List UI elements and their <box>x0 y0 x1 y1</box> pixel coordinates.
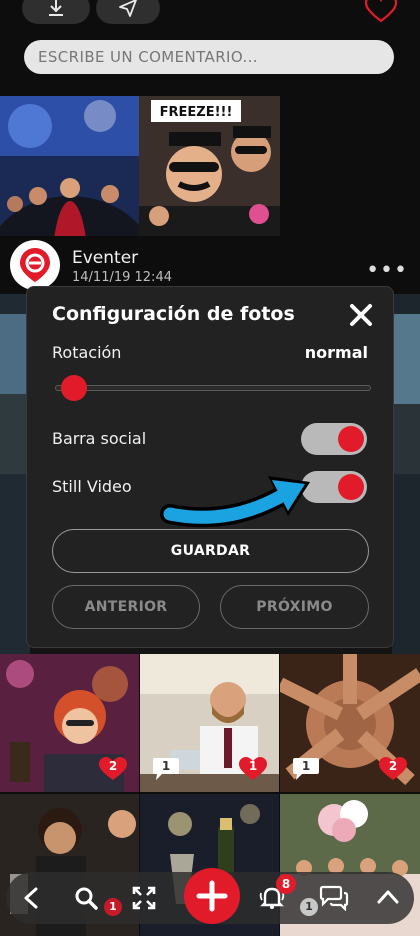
likes-badge[interactable]: 2 <box>378 756 408 782</box>
comments-count: 1 <box>161 759 171 773</box>
avatar[interactable] <box>10 240 60 290</box>
previous-button[interactable]: ANTERIOR <box>52 585 200 629</box>
rotation-value: normal <box>304 343 368 362</box>
notifications-count: 8 <box>276 874 296 894</box>
comment-input[interactable]: ESCRIBE UN COMENTARIO... <box>24 40 394 74</box>
photo-freeze-props[interactable]: FREEZE!!! <box>139 96 280 236</box>
send-icon <box>119 0 137 17</box>
download-icon <box>49 0 63 16</box>
rotation-slider-handle[interactable] <box>61 375 87 401</box>
social-bar-toggle[interactable] <box>301 423 367 455</box>
messages-button[interactable] <box>316 880 352 916</box>
eventer-logo-icon <box>20 248 50 282</box>
annotation-arrow-icon <box>160 476 310 528</box>
fullscreen-button[interactable] <box>126 880 162 916</box>
comments-badge[interactable]: 1 <box>152 756 180 782</box>
post-date: 14/11/19 12:44 <box>72 270 172 285</box>
photo-party-dance[interactable] <box>0 96 139 236</box>
likes-badge[interactable]: 2 <box>98 756 128 782</box>
rotation-slider-track[interactable] <box>55 385 371 391</box>
more-options-icon[interactable]: ••• <box>366 258 408 283</box>
back-button[interactable] <box>14 880 50 916</box>
heart-icon[interactable] <box>364 0 398 24</box>
search-badge: 1 <box>104 898 122 916</box>
toggle-knob <box>338 474 364 500</box>
search-icon <box>75 887 98 910</box>
chat-icon <box>319 885 349 911</box>
search-button[interactable] <box>68 880 104 916</box>
toggle-knob <box>338 426 364 452</box>
comments-count: 1 <box>301 759 311 773</box>
download-button[interactable] <box>22 0 90 24</box>
comments-badge[interactable]: 1 <box>292 756 320 782</box>
social-bar-label: Barra social <box>52 429 147 448</box>
close-icon[interactable] <box>349 303 373 327</box>
post-author[interactable]: Eventer <box>72 248 138 268</box>
back-icon <box>24 887 38 909</box>
dialog-title: Configuración de fotos <box>52 303 295 325</box>
expand-icon <box>132 886 156 910</box>
likes-count: 2 <box>108 759 118 773</box>
rotation-label: Rotación <box>52 343 122 362</box>
next-button[interactable]: PRÓXIMO <box>220 585 369 629</box>
add-button[interactable] <box>184 868 240 924</box>
likes-count: 1 <box>248 759 258 773</box>
likes-badge[interactable]: 1 <box>238 756 268 782</box>
scroll-top-button[interactable] <box>370 880 406 916</box>
top-action-bar <box>0 0 420 28</box>
chat-badge: 1 <box>300 898 318 916</box>
freeze-sign-text: FREEZE!!! <box>160 105 233 120</box>
share-button[interactable] <box>96 0 160 24</box>
chevron-up-icon <box>377 890 399 904</box>
likes-count: 2 <box>388 759 398 773</box>
save-button[interactable]: GUARDAR <box>52 529 369 573</box>
add-icon <box>196 880 228 912</box>
still-video-label: Still Video <box>52 477 132 496</box>
